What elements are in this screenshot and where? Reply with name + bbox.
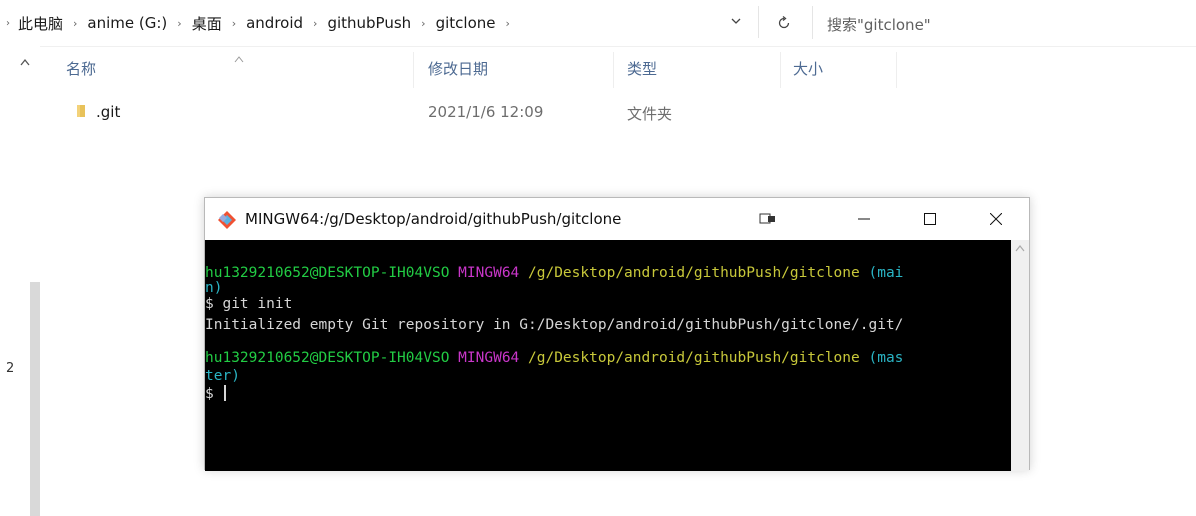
- terminal-prompt-text: $: [205, 386, 223, 402]
- text-cursor: [224, 385, 227, 401]
- sort-up-icon: [234, 48, 244, 63]
- column-header-size[interactable]: 大小: [793, 58, 823, 84]
- terminal-path: /g/Desktop/android/githubPush/gitclone: [528, 350, 860, 366]
- breadcrumb: › 此电脑 › anime (G:) › 桌面 › android › gith…: [6, 12, 520, 34]
- breadcrumb-gitclone[interactable]: gitclone: [436, 14, 496, 32]
- terminal-command: $ git init: [205, 296, 293, 312]
- chevron-right-icon[interactable]: ›: [421, 17, 425, 30]
- column-header-name[interactable]: 名称: [66, 58, 96, 84]
- terminal-system: MINGW64: [458, 350, 520, 366]
- chevron-right-icon[interactable]: ›: [73, 17, 77, 30]
- column-header-type[interactable]: 类型: [627, 58, 657, 84]
- scroll-up-icon[interactable]: [1015, 244, 1025, 255]
- breadcrumb-drive[interactable]: anime (G:): [87, 14, 167, 32]
- nav-scrollbar-thumb[interactable]: [30, 282, 40, 516]
- terminal-titlebar[interactable]: MINGW64:/g/Desktop/android/githubPush/gi…: [205, 198, 1029, 240]
- terminal-title: MINGW64:/g/Desktop/android/githubPush/gi…: [245, 210, 622, 228]
- terminal-output-line: Initialized empty Git repository in G:/D…: [205, 317, 904, 333]
- file-type: 文件夹: [627, 105, 673, 123]
- breadcrumb-android[interactable]: android: [246, 14, 303, 32]
- column-header-modified[interactable]: 修改日期: [428, 58, 488, 84]
- git-bash-icon: [217, 210, 237, 230]
- file-modified: 2021/1/6 12:09: [428, 103, 544, 121]
- divider: [758, 6, 759, 38]
- search-placeholder: 搜索"gitclone": [827, 16, 931, 34]
- chevron-right-icon[interactable]: ›: [232, 17, 236, 30]
- column-divider[interactable]: [780, 52, 781, 88]
- minimize-icon[interactable]: [841, 198, 887, 240]
- terminal-scrollbar[interactable]: [1011, 240, 1029, 471]
- terminal-line: hu1329210652@DESKTOP-IH04VSO MINGW64 /g/…: [205, 348, 903, 369]
- folder-icon: [76, 103, 90, 117]
- navigation-pane: 2: [0, 46, 40, 516]
- column-divider[interactable]: [613, 52, 614, 88]
- scroll-up-icon[interactable]: [20, 56, 30, 69]
- chevron-right-icon[interactable]: ›: [6, 18, 10, 29]
- terminal-user: hu1329210652@DESKTOP-IH04VSO: [205, 265, 450, 281]
- chevron-down-icon[interactable]: [727, 14, 745, 32]
- address-bar: › 此电脑 › anime (G:) › 桌面 › android › gith…: [0, 0, 1196, 47]
- terminal-branch: ter): [205, 368, 240, 384]
- chevron-right-icon[interactable]: ›: [313, 17, 317, 30]
- terminal-prompt[interactable]: $: [205, 384, 227, 405]
- system-menu-icon[interactable]: [745, 198, 791, 240]
- breadcrumb-this-pc[interactable]: 此电脑: [18, 13, 63, 34]
- terminal-branch: (mas: [868, 350, 904, 366]
- refresh-icon[interactable]: [770, 9, 798, 37]
- list-item[interactable]: .git 2021/1/6 12:09 文件夹: [66, 96, 726, 126]
- terminal-branch: (mai: [868, 265, 904, 281]
- breadcrumb-desktop[interactable]: 桌面: [192, 13, 222, 34]
- column-divider[interactable]: [896, 52, 897, 88]
- file-name: .git: [96, 103, 121, 121]
- chevron-right-icon[interactable]: ›: [177, 17, 181, 30]
- terminal-window[interactable]: MINGW64:/g/Desktop/android/githubPush/gi…: [204, 197, 1030, 471]
- close-icon[interactable]: [973, 198, 1019, 240]
- terminal-output[interactable]: hu1329210652@DESKTOP-IH04VSO MINGW64 /g/…: [205, 240, 1011, 471]
- nav-item-cut-text: 2: [6, 361, 15, 376]
- breadcrumb-githubpush[interactable]: githubPush: [327, 14, 411, 32]
- column-divider[interactable]: [413, 52, 414, 88]
- terminal-path: /g/Desktop/android/githubPush/gitclone: [528, 265, 860, 281]
- terminal-line: hu1329210652@DESKTOP-IH04VSO MINGW64 /g/…: [205, 263, 903, 284]
- terminal-system: MINGW64: [458, 265, 520, 281]
- chevron-right-icon[interactable]: ›: [505, 17, 509, 30]
- search-input[interactable]: 搜索"gitclone": [812, 6, 1196, 39]
- terminal-user: hu1329210652@DESKTOP-IH04VSO: [205, 350, 450, 366]
- maximize-icon[interactable]: [907, 198, 953, 240]
